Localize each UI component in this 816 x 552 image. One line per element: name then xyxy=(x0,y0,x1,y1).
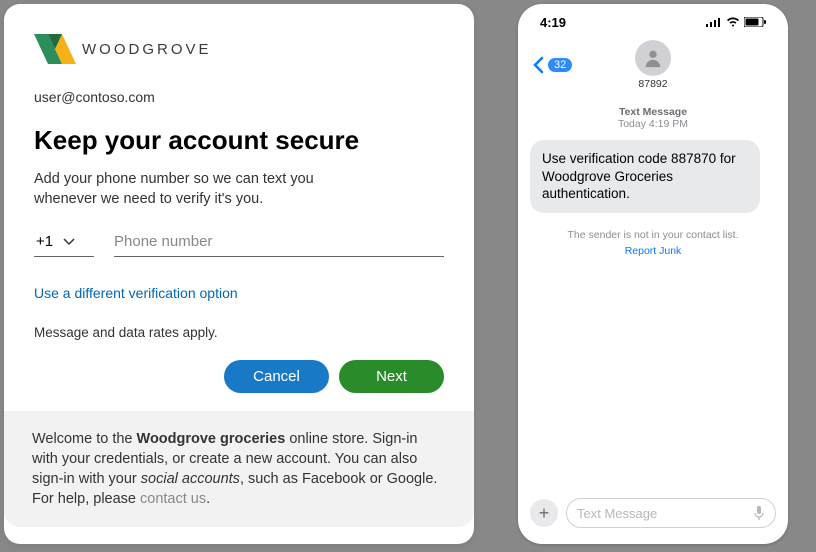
add-attachment-button[interactable]: + xyxy=(530,499,558,527)
rates-notice: Message and data rates apply. xyxy=(34,325,444,340)
signup-card: WOODGROVE user@contoso.com Keep your acc… xyxy=(4,4,474,544)
description: Add your phone number so we can text you… xyxy=(34,170,354,209)
mic-icon xyxy=(753,505,765,521)
sender-name: 87892 xyxy=(638,78,667,90)
contact-notice: The sender is not in your contact list. xyxy=(530,229,776,241)
brand-name: Woodgrove groceries xyxy=(137,431,286,447)
timestamp: Text Message Today 4:19 PM xyxy=(530,106,776,130)
contact-header[interactable]: 87892 xyxy=(635,40,671,90)
sms-bubble: Use verification code 887870 for Woodgro… xyxy=(530,140,760,213)
compose-placeholder: Text Message xyxy=(577,506,657,521)
signal-icon xyxy=(706,17,722,27)
social-accounts-text: social accounts xyxy=(141,471,240,487)
message-area: Text Message Today 4:19 PM Use verificat… xyxy=(518,90,788,488)
status-bar: 4:19 xyxy=(518,4,788,40)
chevron-down-icon xyxy=(63,236,75,248)
phone-mock: 4:19 32 87892 Text Message Today xyxy=(518,4,788,544)
alt-verification-link[interactable]: Use a different verification option xyxy=(34,285,444,301)
contact-us-link[interactable]: contact us xyxy=(140,491,206,507)
user-email: user@contoso.com xyxy=(34,89,444,105)
unread-badge: 32 xyxy=(548,58,572,72)
cancel-button[interactable]: Cancel xyxy=(224,360,329,393)
welcome-footer: Welcome to the Woodgrove groceries onlin… xyxy=(4,411,474,527)
logo-text: WOODGROVE xyxy=(82,41,212,58)
avatar xyxy=(635,40,671,76)
battery-icon xyxy=(744,17,766,27)
button-row: Cancel Next xyxy=(34,360,444,393)
messages-nav: 32 87892 xyxy=(518,40,788,90)
status-icons xyxy=(706,17,766,27)
compose-bar: + Text Message xyxy=(518,488,788,544)
report-junk-link[interactable]: Report Junk xyxy=(530,245,776,257)
next-button[interactable]: Next xyxy=(339,360,444,393)
status-time: 4:19 xyxy=(540,15,566,30)
country-code-select[interactable]: +1 xyxy=(34,231,94,257)
compose-input[interactable]: Text Message xyxy=(566,498,776,528)
page-title: Keep your account secure xyxy=(34,125,444,156)
woodgrove-logo-icon xyxy=(34,34,76,64)
phone-input[interactable] xyxy=(114,231,444,257)
back-button[interactable]: 32 xyxy=(532,56,572,74)
chevron-left-icon xyxy=(532,56,546,74)
phone-row: +1 xyxy=(34,231,444,257)
country-code-value: +1 xyxy=(36,233,53,250)
logo: WOODGROVE xyxy=(34,34,444,64)
wifi-icon xyxy=(726,17,740,27)
person-icon xyxy=(642,47,664,69)
